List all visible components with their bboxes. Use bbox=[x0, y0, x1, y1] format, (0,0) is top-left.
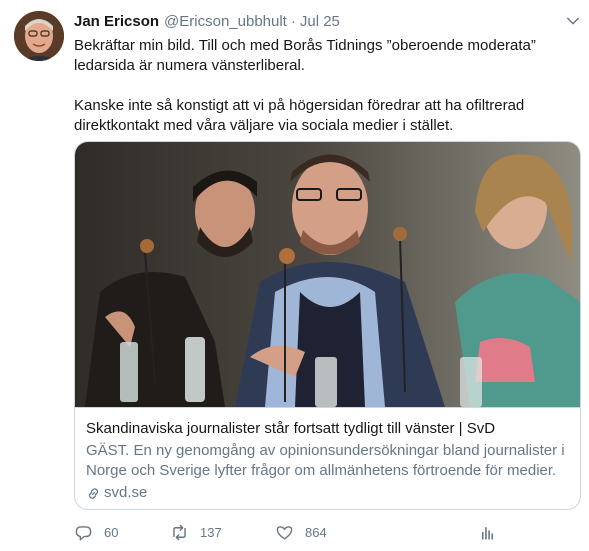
retweet-icon bbox=[173, 524, 186, 540]
card-image[interactable] bbox=[75, 142, 580, 407]
card-domain-label: svd.se bbox=[104, 484, 148, 501]
analytics-icon bbox=[481, 526, 494, 540]
tweet-paragraph-2: Kanske inte så konstigt att vi på högers… bbox=[74, 97, 525, 134]
link-card[interactable]: Skandinaviska journalister står fortsatt… bbox=[74, 141, 581, 510]
author-name[interactable]: Jan Ericson bbox=[74, 13, 159, 30]
tweet-paragraph-1: Bekräftar min bild. Till och med Borås T… bbox=[74, 37, 536, 74]
reply-icon bbox=[75, 525, 92, 540]
chevron-down-icon[interactable] bbox=[564, 12, 582, 30]
like-button[interactable]: 864 bbox=[275, 521, 327, 543]
like-count: 864 bbox=[305, 524, 327, 540]
card-meta[interactable]: Skandinaviska journalister står fortsatt… bbox=[75, 407, 580, 509]
author-handle[interactable]: @Ericson_ubbhult bbox=[164, 13, 287, 30]
card-domain[interactable]: svd.se bbox=[86, 483, 569, 503]
retweet-count: 137 bbox=[200, 524, 222, 540]
reply-button[interactable]: 60 bbox=[74, 521, 118, 543]
card-description: GÄST. En ny genomgång av opinionsundersö… bbox=[86, 442, 565, 479]
tweet-text: Bekräftar min bild. Till och med Borås T… bbox=[74, 36, 574, 136]
card-title[interactable]: Skandinaviska journalister står fortsatt… bbox=[86, 419, 569, 439]
tweet[interactable]: Jan Ericson @Ericson_ubbhult · Jul 25 Be… bbox=[0, 0, 589, 551]
tweet-date[interactable]: Jul 25 bbox=[300, 13, 340, 30]
separator-dot: · bbox=[290, 12, 296, 30]
tweet-header: Jan Ericson @Ericson_ubbhult · Jul 25 bbox=[74, 11, 340, 31]
like-icon bbox=[276, 525, 293, 540]
link-icon bbox=[88, 487, 99, 499]
reply-count: 60 bbox=[104, 524, 119, 540]
analytics-button[interactable] bbox=[478, 521, 497, 543]
tweet-actions: 60 137 864 bbox=[74, 521, 574, 543]
retweet-button[interactable]: 137 bbox=[170, 521, 222, 543]
avatar[interactable] bbox=[14, 11, 64, 61]
